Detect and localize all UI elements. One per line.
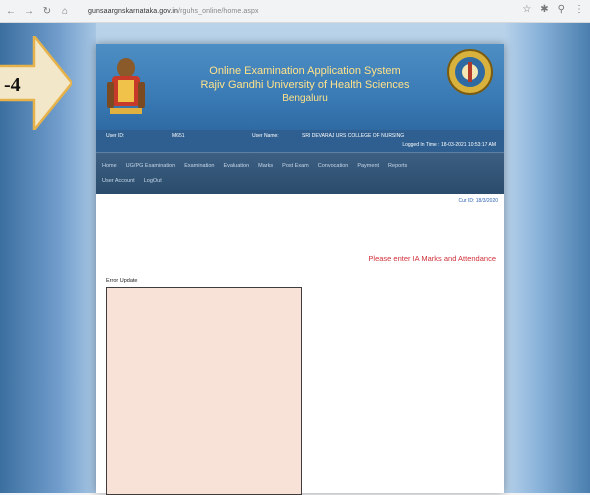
main-menu: Home UG/PG Examination Examination Evalu… — [96, 152, 504, 195]
menu-item-ugpg-examination[interactable]: UG/PG Examination — [126, 163, 176, 169]
browser-actions: ☆ ✱ ⚲ ⋮ — [522, 4, 584, 15]
user-id-label: User ID: — [106, 133, 125, 139]
callout-number: -4 — [4, 74, 21, 96]
address-bar[interactable]: gunsaargnskarnataka.gov.in/rguhs_online/… — [88, 8, 259, 15]
forward-icon[interactable]: → — [22, 6, 36, 17]
menu-row-2: User Account LogOut — [102, 178, 162, 184]
marks-message: Please enter IA Marks and Attendance — [368, 254, 496, 263]
menu-item-payment[interactable]: Payment — [357, 163, 379, 169]
home-icon[interactable]: ⌂ — [58, 6, 72, 17]
menu-item-user-account[interactable]: User Account — [102, 178, 135, 184]
university-name: Rajiv Gandhi University of Health Scienc… — [200, 79, 410, 91]
menu-item-marks[interactable]: Marks — [258, 163, 273, 169]
menu-item-evaluation[interactable]: Evaluation — [223, 163, 249, 169]
user-id-value: M651 — [172, 133, 185, 139]
user-info-bar: User ID: M651 User Name: SRI DEVARAJ URS… — [96, 130, 504, 152]
menu-icon[interactable]: ⋮ — [574, 4, 584, 15]
error-update-box — [106, 287, 302, 495]
menu-item-examination[interactable]: Examination — [184, 163, 214, 169]
menu-row-1: Home UG/PG Examination Examination Evalu… — [102, 163, 407, 169]
back-icon[interactable]: ← — [4, 6, 18, 17]
site-page: Online Examination Application System Ra… — [96, 44, 504, 495]
logged-in-time: Logged In Time : 18-03-2021 10:53:17 AM — [402, 142, 496, 148]
main-content: Cur ID: 18/3/2020 Please enter IA Marks … — [96, 194, 504, 495]
user-name-value: SRI DEVARAJ URS COLLEGE OF NURSING — [302, 133, 405, 139]
system-title: Online Examination Application System — [209, 65, 401, 77]
reload-icon[interactable]: ↻ — [40, 6, 54, 17]
menu-item-reports[interactable]: Reports — [388, 163, 407, 169]
browser-toolbar: ← → ↻ ⌂ gunsaargnskarnataka.gov.in/rguhs… — [0, 0, 590, 23]
menu-item-logout[interactable]: LogOut — [144, 178, 162, 184]
site-header: Online Examination Application System Ra… — [96, 44, 504, 130]
state-emblem-icon — [107, 58, 145, 114]
profile-icon[interactable]: ⚲ — [558, 4, 565, 15]
page-margin-right — [504, 23, 590, 493]
extensions-icon[interactable]: ✱ — [540, 4, 548, 15]
university-seal-icon — [447, 49, 493, 95]
menu-item-post-exam[interactable]: Post Exam — [282, 163, 309, 169]
star-icon[interactable]: ☆ — [522, 4, 531, 15]
user-name-label: User Name: — [252, 133, 279, 139]
cur-id-label: Cur ID: 18/3/2020 — [458, 198, 498, 204]
error-update-label: Error Update — [106, 278, 138, 284]
city-name: Bengaluru — [282, 93, 328, 104]
menu-item-convocation[interactable]: Convocation — [318, 163, 349, 169]
url-domain: gunsaargnskarnataka.gov.in — [88, 7, 179, 15]
url-path: /rguhs_online/home.aspx — [178, 7, 259, 15]
site-title: Online Examination Application System Ra… — [176, 64, 434, 105]
menu-item-home[interactable]: Home — [102, 163, 117, 169]
